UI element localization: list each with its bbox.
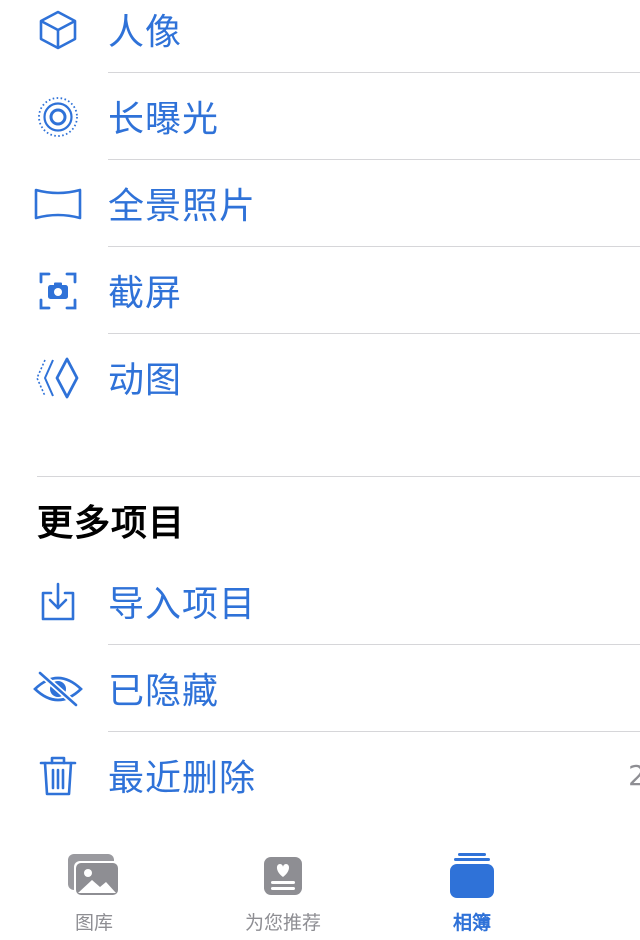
more-item-label: 最近删除 (108, 757, 257, 799)
tab-library[interactable]: 图库 (24, 830, 164, 940)
more-item-label: 已隐藏 (108, 670, 220, 712)
tab-label: 相簿 (452, 912, 491, 934)
media-type-portrait[interactable]: 人像 (0, 0, 640, 73)
media-type-label: 全景照片 (108, 185, 257, 227)
more-item-hidden[interactable]: 已隐藏 (0, 645, 640, 732)
tab-for-you[interactable]: 为您推荐 (213, 830, 353, 940)
media-type-panorama[interactable]: 全景照片 (0, 160, 640, 247)
item-count: 2 (628, 758, 640, 792)
more-item-import[interactable]: 导入项目 (0, 558, 640, 645)
eye-slash-icon (30, 661, 86, 717)
for-you-icon (253, 850, 313, 902)
photo-library-icon (64, 850, 124, 902)
media-type-label: 长曝光 (108, 98, 220, 140)
panorama-icon (30, 176, 86, 232)
more-item-label: 导入项目 (108, 583, 257, 625)
tab-bar: 图库 为您推荐 相簿 (0, 830, 640, 940)
albums-icon (442, 850, 502, 902)
section-title-more-items: 更多项目 (37, 503, 186, 544)
media-type-label: 动图 (108, 359, 183, 401)
tab-label: 图库 (74, 912, 113, 934)
tab-label: 为您推荐 (244, 912, 321, 934)
media-type-animated[interactable]: 动图 (0, 334, 640, 421)
long-exposure-icon (30, 89, 86, 145)
media-type-label: 人像 (108, 11, 183, 53)
media-type-screenshot[interactable]: 截屏 (0, 247, 640, 334)
media-type-long-exposure[interactable]: 长曝光 (0, 73, 640, 160)
animated-icon (30, 350, 86, 406)
section-divider (37, 476, 640, 477)
media-type-label: 截屏 (108, 272, 183, 314)
albums-screen: 人像 长曝光 全景照片 截屏 动图 更多项目 导入项目 已隐藏 最近删除 2 图… (0, 0, 640, 940)
tab-albums[interactable]: 相簿 (402, 830, 542, 940)
cube-icon (30, 2, 86, 58)
screenshot-icon (30, 263, 86, 319)
import-icon (30, 574, 86, 630)
trash-icon (30, 748, 86, 804)
more-item-recently-deleted[interactable]: 最近删除 2 (0, 732, 640, 819)
